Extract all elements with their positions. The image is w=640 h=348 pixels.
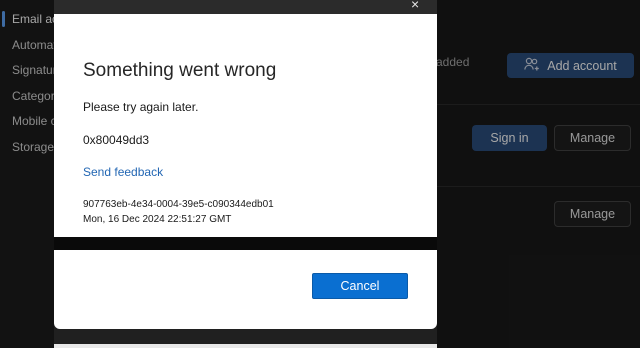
underlying-window-edge: [54, 344, 437, 348]
cancel-button[interactable]: Cancel: [312, 273, 408, 299]
send-feedback-link[interactable]: Send feedback: [83, 165, 163, 179]
error-dialog: Something went wrong Please try again la…: [54, 14, 437, 329]
dialog-message: Please try again later.: [83, 100, 199, 114]
correlation-id: 907763eb-4e34-0004-39e5-c090344edb01: [83, 199, 274, 210]
error-timestamp: Mon, 16 Dec 2024 22:51:27 GMT: [83, 214, 232, 225]
dialog-title: Something went wrong: [83, 60, 277, 81]
close-icon[interactable]: ×: [411, 0, 419, 12]
dialog-titlebar: [54, 0, 437, 14]
dialog-separator-band: [54, 237, 437, 250]
error-code: 0x80049dd3: [83, 133, 150, 147]
